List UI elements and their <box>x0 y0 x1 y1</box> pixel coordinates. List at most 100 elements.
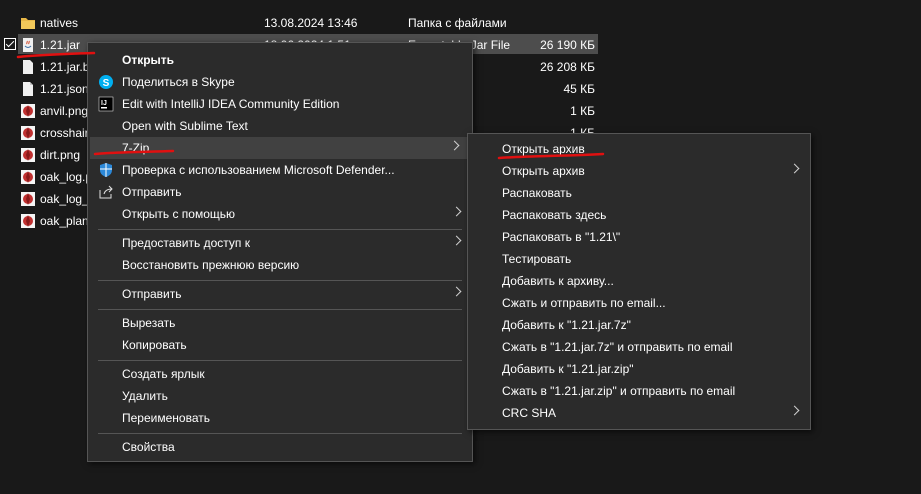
menu-item-properties[interactable]: Свойства <box>88 436 472 458</box>
menu-divider <box>98 229 462 230</box>
menu-item-label: 7-Zip <box>122 141 150 155</box>
file-row[interactable]: natives 13.08.2024 13:46 Папка с файлами <box>0 12 921 34</box>
jar-icon <box>23 38 33 52</box>
context-menu: Открыть S Поделиться в Skype IJ Edit wit… <box>87 42 473 462</box>
menu-item-copy[interactable]: Копировать <box>88 334 472 356</box>
menu-item-label: Открыть с помощью <box>122 207 236 221</box>
zip-submenu: Открыть архив Открыть архив Распаковать … <box>467 133 811 430</box>
menu-item-sublime[interactable]: Open with Sublime Text <box>88 115 472 137</box>
menu-item-label: Отправить <box>122 287 182 301</box>
json-icon <box>23 82 33 96</box>
menu-item-label: Создать ярлык <box>122 367 205 381</box>
menu-item-defender[interactable]: Проверка с использованием Microsoft Defe… <box>88 159 472 181</box>
submenu-item-open-archive[interactable]: Открыть архив <box>468 138 810 160</box>
menu-item-delete[interactable]: Удалить <box>88 385 472 407</box>
submenu-item-extract-here[interactable]: Распаковать здесь <box>468 204 810 226</box>
menu-item-create-shortcut[interactable]: Создать ярлык <box>88 363 472 385</box>
png-icon <box>21 170 35 184</box>
menu-item-label: Переименовать <box>122 411 210 425</box>
menu-item-label: Open with Sublime Text <box>122 119 248 133</box>
menu-item-label: Открыть <box>122 53 175 67</box>
chevron-right-icon <box>789 163 800 174</box>
file-name: oak_log.p <box>40 170 93 184</box>
menu-item-7zip[interactable]: 7-Zip <box>90 137 470 159</box>
file-size: 1 КБ <box>570 104 595 118</box>
chevron-right-icon <box>451 235 462 246</box>
menu-item-open[interactable]: Открыть <box>88 49 472 71</box>
chevron-right-icon <box>451 286 462 297</box>
menu-item-label: Копировать <box>122 338 187 352</box>
file-type: Папка с файлами <box>408 16 507 30</box>
png-icon <box>21 148 35 162</box>
submenu-item-test[interactable]: Тестировать <box>468 248 810 270</box>
menu-item-open-with[interactable]: Открыть с помощью <box>88 203 472 225</box>
menu-item-label: Сжать в "1.21.jar.7z" и отправить по ema… <box>502 340 733 354</box>
menu-item-send-to[interactable]: Отправить <box>88 283 472 305</box>
file-name: crosshair <box>40 126 89 140</box>
menu-item-label: Edit with IntelliJ IDEA Community Editio… <box>122 97 340 111</box>
file-name: oak_plan <box>40 214 89 228</box>
menu-divider <box>98 309 462 310</box>
file-name: natives <box>40 16 79 30</box>
submenu-item-extract[interactable]: Распаковать <box>468 182 810 204</box>
menu-item-give-access[interactable]: Предоставить доступ к <box>88 232 472 254</box>
menu-item-label: Проверка с использованием Microsoft Defe… <box>122 163 395 177</box>
submenu-item-compress-zip-email[interactable]: Сжать в "1.21.jar.zip" и отправить по em… <box>468 380 810 402</box>
menu-item-label: Распаковать <box>502 186 572 200</box>
menu-item-restore-version[interactable]: Восстановить прежнюю версию <box>88 254 472 276</box>
file-name: dirt.png <box>40 148 81 162</box>
submenu-item-add-7z[interactable]: Добавить к "1.21.jar.7z" <box>468 314 810 336</box>
png-icon <box>21 126 35 140</box>
menu-item-label: CRC SHA <box>502 406 557 420</box>
file-size: 45 КБ <box>563 82 595 96</box>
chevron-right-icon <box>449 140 460 151</box>
menu-divider <box>98 433 462 434</box>
intellij-icon: IJ <box>98 96 114 112</box>
menu-item-rename[interactable]: Переименовать <box>88 407 472 429</box>
menu-item-label: Восстановить прежнюю версию <box>122 258 300 272</box>
menu-item-send[interactable]: Отправить <box>88 181 472 203</box>
menu-item-label: Добавить к "1.21.jar.zip" <box>502 362 634 376</box>
skype-icon: S <box>99 75 113 89</box>
menu-item-label: Вырезать <box>122 316 176 330</box>
menu-divider <box>98 280 462 281</box>
png-icon <box>21 214 35 228</box>
defender-icon <box>100 163 112 177</box>
checkbox[interactable] <box>4 38 16 50</box>
file-name: 1.21.jar <box>40 38 81 52</box>
menu-item-label: Свойства <box>122 440 175 454</box>
submenu-item-compress-7z-email[interactable]: Сжать в "1.21.jar.7z" и отправить по ema… <box>468 336 810 358</box>
menu-item-label: Сжать и отправить по email... <box>502 296 666 310</box>
submenu-item-extract-to[interactable]: Распаковать в "1.21\" <box>468 226 810 248</box>
menu-item-skype[interactable]: S Поделиться в Skype <box>88 71 472 93</box>
submenu-item-add-to-archive[interactable]: Добавить к архиву... <box>468 270 810 292</box>
menu-item-label: Добавить к "1.21.jar.7z" <box>502 318 631 332</box>
menu-item-cut[interactable]: Вырезать <box>88 312 472 334</box>
menu-item-label: Открыть архив <box>502 142 585 156</box>
menu-item-label: Тестировать <box>502 252 572 266</box>
folder-icon <box>21 18 35 29</box>
png-icon <box>21 104 35 118</box>
file-size: 26 190 КБ <box>540 38 595 52</box>
file-name: oak_log_t <box>40 192 93 206</box>
menu-item-label: Распаковать здесь <box>502 208 607 222</box>
menu-item-label: Поделиться в Skype <box>122 75 235 89</box>
menu-item-intellij[interactable]: IJ Edit with IntelliJ IDEA Community Edi… <box>88 93 472 115</box>
menu-item-label: Открыть архив <box>502 164 585 178</box>
file-icon <box>23 60 33 74</box>
submenu-item-open-archive-more[interactable]: Открыть архив <box>468 160 810 182</box>
submenu-item-crc-sha[interactable]: CRC SHA <box>468 402 810 424</box>
png-icon <box>21 192 35 206</box>
chevron-right-icon <box>789 405 800 416</box>
submenu-item-add-zip[interactable]: Добавить к "1.21.jar.zip" <box>468 358 810 380</box>
chevron-right-icon <box>451 206 462 217</box>
menu-item-label: Удалить <box>122 389 168 403</box>
svg-text:S: S <box>103 78 110 89</box>
submenu-item-compress-email[interactable]: Сжать и отправить по email... <box>468 292 810 314</box>
menu-item-label: Сжать в "1.21.jar.zip" и отправить по em… <box>502 384 736 398</box>
file-date: 13.08.2024 13:46 <box>264 16 358 30</box>
menu-item-label: Распаковать в "1.21\" <box>502 230 621 244</box>
file-name: anvil.png <box>40 104 89 118</box>
file-name: 1.21.json <box>40 82 89 96</box>
file-size: 26 208 КБ <box>540 60 595 74</box>
